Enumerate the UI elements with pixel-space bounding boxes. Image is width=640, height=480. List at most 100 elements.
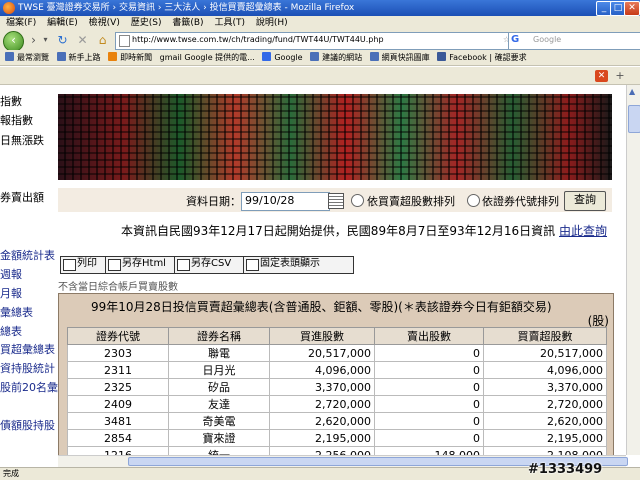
sidebar-item[interactable]: 月報 bbox=[0, 285, 22, 301]
facebook-icon bbox=[437, 52, 447, 61]
bookmark-item[interactable]: 新手上路 bbox=[56, 50, 101, 65]
cell-code: 2409 bbox=[67, 395, 169, 413]
report-table-container: 99年10月28日投信買賣超彙總表(含普通股、鉅額、零股)(＊表該證券今日有鉅額… bbox=[58, 293, 614, 457]
menu-view[interactable]: 檢視(V) bbox=[89, 18, 120, 28]
cell-code: 2311 bbox=[67, 361, 169, 379]
header-buy[interactable]: 買進股數 bbox=[269, 327, 375, 345]
date-label: 資料日期： bbox=[186, 195, 241, 208]
bookmark-item[interactable]: 最常瀏覽 bbox=[5, 50, 49, 65]
close-tab-icon[interactable]: ✕ bbox=[595, 70, 608, 82]
cell-name: 友達 bbox=[168, 395, 270, 413]
sidebar-item[interactable]: 債額股持股 bbox=[0, 417, 55, 433]
navigation-toolbar: ‹ › ▾ ↻ ✕ ⌂ http://www.twse.com.tw/ch/tr… bbox=[0, 30, 640, 52]
cell-sell: 0 bbox=[374, 361, 484, 379]
table-icon bbox=[246, 259, 259, 271]
stop-icon[interactable]: ✕ bbox=[75, 33, 90, 47]
bookmark-folder-icon bbox=[5, 52, 14, 61]
sidebar-item[interactable]: 券賣出額 bbox=[0, 189, 44, 205]
date-input[interactable]: 99/10/28 bbox=[241, 192, 330, 211]
back-arrow-icon[interactable]: ‹ bbox=[3, 31, 24, 52]
fix-header-button[interactable]: 固定表頭顯示 bbox=[243, 256, 354, 274]
cell-buy: 2,195,000 bbox=[269, 429, 375, 447]
query-button[interactable]: 查詢 bbox=[564, 191, 606, 211]
cell-buy: 20,517,000 bbox=[269, 344, 375, 362]
cell-net: 20,517,000 bbox=[483, 344, 607, 362]
sidebar-item[interactable]: 資持股統計 bbox=[0, 360, 55, 376]
query-bar: 資料日期： 99/10/28 依買賣超股數排列 依證券代號排列 查詢 bbox=[58, 188, 612, 212]
google-icon: G bbox=[511, 34, 520, 45]
fund-trading-table: 證券代號 證券名稱 買進股數 賣出股數 買賣超股數 2303 聯電 20,517… bbox=[67, 327, 607, 456]
sidebar-item[interactable]: 總表 bbox=[0, 323, 22, 339]
info-message: 本資訊自民國93年12月17日起開始提供，民國89年8月7日至93年12月16日… bbox=[121, 224, 556, 238]
header-net[interactable]: 買賣超股數 bbox=[483, 327, 607, 345]
cell-name: 日月光 bbox=[168, 361, 270, 379]
menu-edit[interactable]: 編輯(E) bbox=[47, 18, 78, 28]
search-placeholder: Google bbox=[533, 35, 562, 44]
menu-file[interactable]: 檔案(F) bbox=[6, 18, 36, 28]
table-row: 2311 日月光 4,096,000 0 4,096,000 bbox=[67, 361, 607, 379]
cell-sell: 0 bbox=[374, 344, 484, 362]
bookmark-item[interactable]: 建議的網站 bbox=[310, 50, 362, 65]
sort-by-code-radio[interactable] bbox=[467, 194, 480, 207]
sidebar-menu: 指數 報指數 日無漲跌 券賣出額 金額統計表 週報 月報 彙總表 總表 買超彙總… bbox=[0, 85, 58, 455]
sidebar-item[interactable]: 週報 bbox=[0, 266, 22, 282]
bookmark-item[interactable]: 網頁快訊圖庫 bbox=[369, 50, 430, 65]
firefox-logo-icon bbox=[3, 2, 15, 14]
watermark-label: #1333499 bbox=[528, 462, 603, 477]
tab-strip: ✕ + bbox=[0, 67, 640, 85]
cell-name: 聯電 bbox=[168, 344, 270, 362]
menu-bookmarks[interactable]: 書籤(B) bbox=[172, 18, 203, 28]
calendar-icon[interactable] bbox=[328, 193, 344, 209]
table-row: 2409 友達 2,720,000 0 2,720,000 bbox=[67, 395, 607, 413]
bookmark-item[interactable]: gmail Google 提供的電... bbox=[160, 50, 255, 65]
close-icon[interactable]: ✕ bbox=[624, 1, 640, 16]
sidebar-item[interactable]: 報指數 bbox=[0, 112, 33, 128]
history-dropdown-icon[interactable]: ▾ bbox=[38, 33, 53, 47]
bookmark-page-icon bbox=[369, 52, 379, 61]
sidebar-item[interactable]: 指數 bbox=[0, 93, 22, 109]
cell-net: 4,096,000 bbox=[483, 361, 607, 379]
window-title-bar: TWSE 臺灣證券交易所 › 交易資訊 › 三大法人 › 投信買賣超彙總表 - … bbox=[0, 0, 640, 16]
sidebar-item[interactable]: 金額統計表 bbox=[0, 247, 55, 263]
cell-buy: 3,370,000 bbox=[269, 378, 375, 396]
home-icon[interactable]: ⌂ bbox=[95, 33, 110, 47]
header-code[interactable]: 證券代號 bbox=[67, 327, 169, 345]
table-row: 2303 聯電 20,517,000 0 20,517,000 bbox=[67, 344, 607, 362]
cell-code: 2325 bbox=[67, 378, 169, 396]
sidebar-item[interactable]: 日無漲跌 bbox=[0, 132, 44, 148]
cell-sell: 0 bbox=[374, 395, 484, 413]
cell-code: 3481 bbox=[67, 412, 169, 430]
bookmark-item[interactable]: 即時新聞 bbox=[108, 50, 152, 65]
bookmark-item[interactable]: Facebook | 確認要求 bbox=[437, 50, 527, 65]
save-disk-icon bbox=[108, 259, 121, 271]
url-input[interactable]: http://www.twse.com.tw/ch/trading/fund/T… bbox=[115, 32, 521, 50]
header-name[interactable]: 證券名稱 bbox=[168, 327, 270, 345]
sidebar-item[interactable]: 股前20名彙 bbox=[0, 379, 58, 395]
table-row: 3481 奇美電 2,620,000 0 2,620,000 bbox=[67, 412, 607, 430]
cell-net: 2,720,000 bbox=[483, 395, 607, 413]
header-sell[interactable]: 賣出股數 bbox=[374, 327, 484, 345]
cell-buy: 4,096,000 bbox=[269, 361, 375, 379]
sort-by-volume-radio[interactable] bbox=[351, 194, 364, 207]
menu-tools[interactable]: 工具(T) bbox=[214, 18, 245, 28]
cell-name: 矽品 bbox=[168, 378, 270, 396]
vertical-scroll-thumb[interactable] bbox=[628, 105, 640, 133]
reload-icon[interactable]: ↻ bbox=[55, 33, 70, 47]
menu-history[interactable]: 歷史(S) bbox=[131, 18, 162, 28]
history-query-link[interactable]: 由此查詢 bbox=[559, 224, 607, 238]
vertical-scrollbar[interactable]: ▲ bbox=[626, 85, 640, 455]
cell-sell: 0 bbox=[374, 429, 484, 447]
menu-bar: 檔案(F) 編輯(E) 檢視(V) 歷史(S) 書籤(B) 工具(T) 說明(H… bbox=[0, 16, 640, 30]
menu-help[interactable]: 說明(H) bbox=[256, 18, 288, 28]
sidebar-item[interactable]: 彙總表 bbox=[0, 304, 33, 320]
status-text: 完成 bbox=[3, 469, 19, 478]
scroll-up-icon[interactable]: ▲ bbox=[629, 87, 635, 96]
table-caption: 不含當日綜合帳戶買賣股數 bbox=[58, 282, 178, 293]
cell-net: 3,370,000 bbox=[483, 378, 607, 396]
search-input[interactable]: G Google ⌕ bbox=[508, 32, 640, 50]
bookmark-item[interactable]: Google bbox=[262, 50, 303, 65]
table-title: 99年10月28日投信買賣超彙總表(含普通股、鉅額、零股)(＊表該證券今日有鉅額… bbox=[59, 296, 613, 328]
sidebar-item[interactable]: 買超彙總表 bbox=[0, 341, 55, 357]
new-tab-icon[interactable]: + bbox=[614, 70, 626, 82]
bookmarks-toolbar: 最常瀏覽 新手上路 即時新聞 gmail Google 提供的電... Goog… bbox=[0, 50, 640, 66]
